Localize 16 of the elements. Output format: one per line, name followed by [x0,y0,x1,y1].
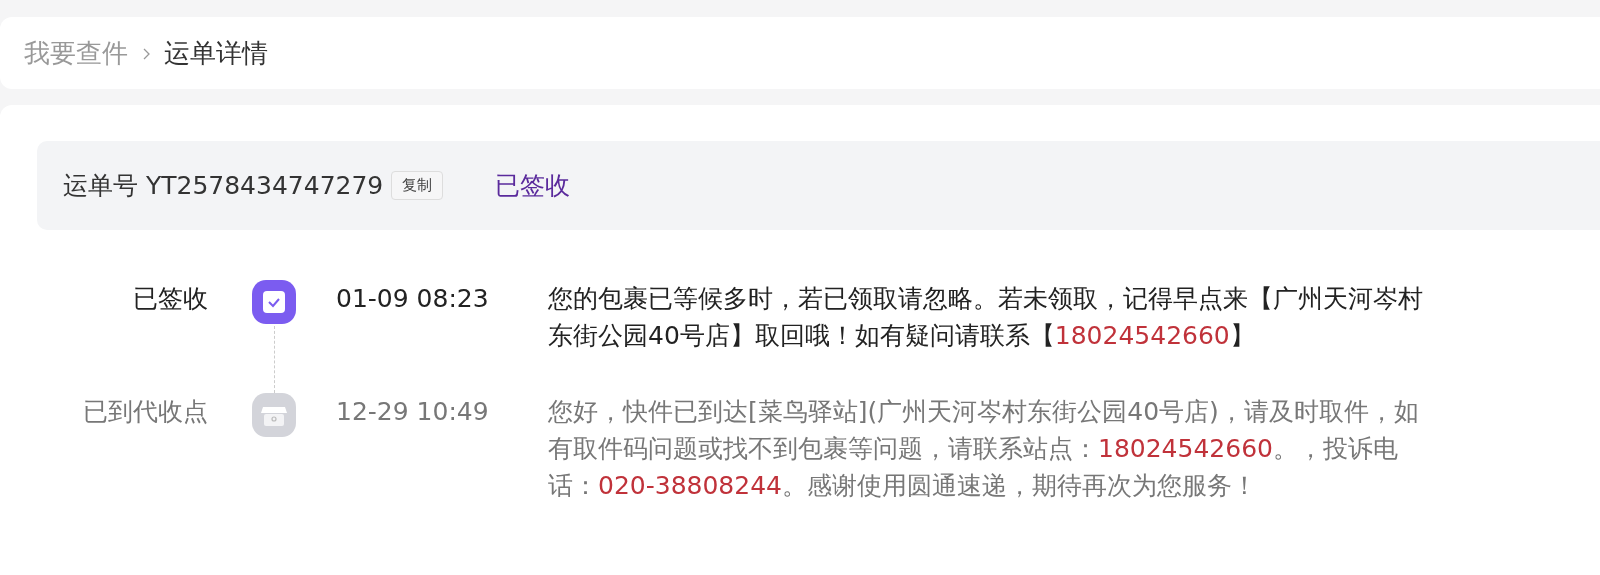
status-label: 已到代收点 [82,396,208,428]
status-label: 已签收 [132,283,208,315]
time-text: 12-29 10:49 [336,396,490,428]
waybill-label: 运单号 YT2578434747279 [63,170,384,202]
event-description: 您的包裹已等候多时，若已领取请忽略。若未领取，记得早点来【广州天河岑村东街公园40号店】取回哦！如有疑问请联系【18024542660】 [548,283,1424,352]
checked-box-icon [252,280,296,324]
chevron-right-icon [142,48,150,60]
event-description: 您好，快件已到达[菜鸟驿站](广州天河岑村东街公园40号店)，请及时取件，如有取件码问题或找不到包裹等问题，请联系站点：18024542660。，投诉电话：020-38808244。感谢使用圆通速递，期待再次为您服务！ [548,396,1420,502]
phone-link[interactable]: 18024542660 [1054,321,1230,350]
copy-button[interactable]: 复制 [391,171,444,200]
store-icon [252,393,296,437]
time-text: 01-09 08:23 [336,283,490,315]
phone-link[interactable]: 18024542660 [1098,434,1273,463]
phone-link[interactable]: 020-38808244 [598,471,782,500]
breadcrumb-link[interactable]: 我要查件 [24,35,128,71]
status-text: 已签收 [495,170,571,202]
